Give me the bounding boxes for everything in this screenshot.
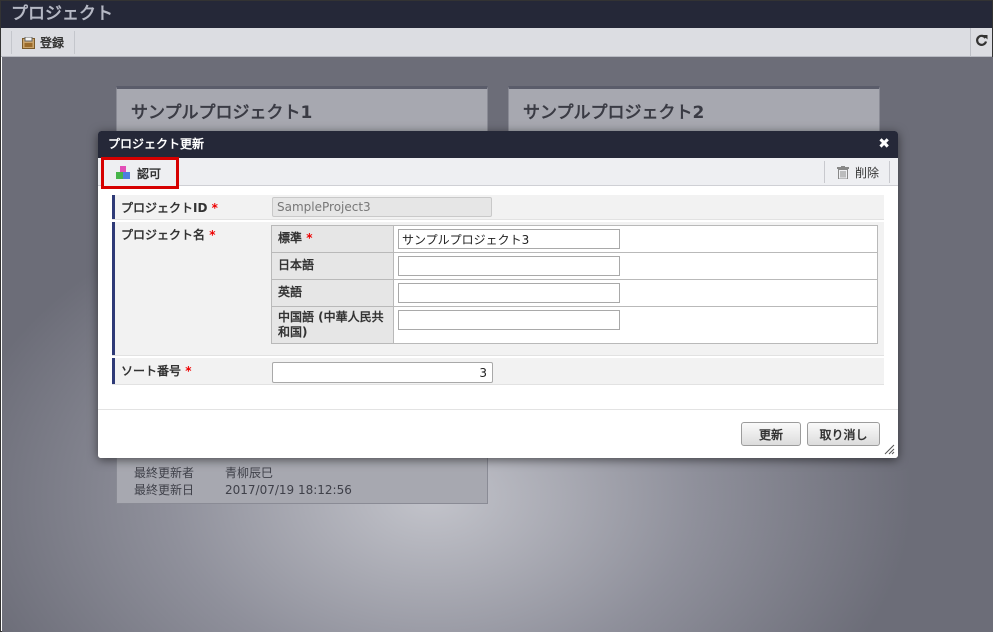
close-icon[interactable]: ✖ — [878, 131, 890, 158]
dialog-title: プロジェクト更新 — [108, 137, 205, 151]
lang-label: 中国語 (中華人民共和国) — [271, 306, 394, 344]
register-label: 登録 — [40, 36, 65, 50]
sort-number-label-text: ソート番号 — [121, 364, 182, 378]
resize-handle-icon[interactable] — [883, 443, 895, 455]
sort-number-label: ソート番号 * — [112, 358, 262, 384]
project-card-title: サンプルプロジェクト1 — [131, 103, 313, 123]
sort-number-input[interactable] — [272, 362, 493, 383]
project-card-title: サンプルプロジェクト2 — [523, 103, 705, 123]
table-row: 中国語 (中華人民共和国) — [271, 306, 878, 344]
name-standard-input[interactable] — [398, 229, 620, 249]
project-name-label: プロジェクト名 * — [112, 222, 262, 355]
lang-label: 標準 * — [271, 225, 394, 253]
project-id-label-text: プロジェクトID — [121, 201, 208, 215]
required-mark: * — [306, 231, 313, 245]
refresh-icon — [975, 34, 988, 51]
required-mark: * — [211, 201, 218, 215]
name-japanese-input[interactable] — [398, 256, 620, 276]
last-updated-at: 最終更新日 2017/07/19 18:12:56 — [134, 481, 352, 498]
cancel-button[interactable]: 取り消し — [807, 422, 880, 446]
approve-icon — [116, 166, 131, 180]
required-mark: * — [185, 364, 192, 378]
project-id-label: プロジェクトID * — [112, 195, 262, 219]
lang-value-cell — [393, 252, 878, 280]
delete-label: 削除 — [854, 165, 879, 180]
approve-label: 認可 — [137, 166, 162, 181]
window-frame: プロジェクト 登録 サンプルプロジェクト1 最終更新者 青柳辰巳 最終更新日 201… — [0, 0, 993, 632]
main-toolbar: 登録 — [1, 28, 992, 57]
sort-number-row: ソート番号 * — [112, 358, 884, 385]
lang-label: 日本語 — [271, 252, 394, 280]
last-updated-by-value: 青柳辰巳 — [225, 466, 274, 480]
lang-label: 英語 — [271, 279, 394, 307]
refresh-button[interactable] — [970, 28, 992, 57]
register-button[interactable]: 登録 — [11, 31, 76, 54]
trash-icon — [836, 165, 849, 179]
table-row: 英語 — [271, 279, 878, 307]
project-name-label-text: プロジェクト名 — [121, 228, 206, 242]
dialog-footer: 更新 取り消し — [98, 409, 898, 458]
project-name-table: 標準 * 日本語 英語 中国語 (中華人民共和国) — [271, 225, 878, 344]
last-updated-at-value: 2017/07/19 18:12:56 — [225, 483, 352, 497]
dialog-header: プロジェクト更新 ✖ — [98, 131, 898, 158]
dialog-toolbar: 認可 削除 — [98, 157, 898, 189]
project-name-row: プロジェクト名 * 標準 * 日本語 英語 中国語 (中華人民共和国) — [112, 222, 884, 356]
name-chinese-input[interactable] — [398, 310, 620, 330]
project-id-row: プロジェクトID * SampleProject3 — [112, 195, 884, 220]
delete-button[interactable]: 削除 — [823, 161, 890, 183]
required-mark: * — [209, 228, 216, 242]
table-row: 日本語 — [271, 252, 878, 280]
register-icon — [22, 36, 35, 49]
lang-label-text: 標準 — [278, 231, 303, 245]
update-button[interactable]: 更新 — [741, 422, 801, 446]
page-title: プロジェクト — [1, 1, 992, 28]
lang-value-cell — [393, 306, 878, 344]
last-updated-at-label: 最終更新日 — [134, 483, 195, 497]
approve-button[interactable]: 認可 — [101, 157, 179, 189]
name-english-input[interactable] — [398, 283, 620, 303]
table-row: 標準 * — [271, 225, 878, 253]
project-update-dialog: プロジェクト更新 ✖ 認可 削除 プロジェクトID * SampleProjec… — [98, 131, 898, 458]
lang-value-cell — [393, 225, 878, 253]
project-id-field: SampleProject3 — [272, 197, 492, 217]
last-updated-by: 最終更新者 青柳辰巳 — [134, 464, 273, 481]
last-updated-by-label: 最終更新者 — [134, 466, 195, 480]
lang-value-cell — [393, 279, 878, 307]
